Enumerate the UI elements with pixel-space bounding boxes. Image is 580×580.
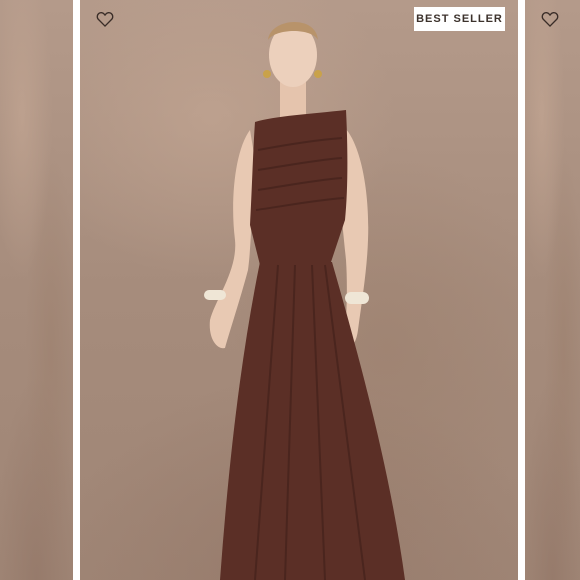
product-image-backdrop (0, 0, 73, 580)
earring-left (263, 70, 271, 78)
bracelet-right (345, 292, 369, 304)
earring-right (314, 70, 322, 78)
heart-outline-icon (541, 11, 559, 28)
wishlist-button[interactable] (94, 8, 116, 30)
bracelet-left (204, 290, 226, 300)
dress-bodice (250, 110, 348, 265)
product-card[interactable]: BEST SELLER (80, 0, 518, 580)
product-card-previous[interactable] (0, 0, 73, 580)
product-card-next[interactable] (525, 0, 580, 580)
product-image[interactable] (80, 0, 518, 580)
product-carousel: BEST SELLER (0, 0, 580, 580)
product-image-backdrop (525, 0, 580, 580)
wishlist-button[interactable] (539, 8, 561, 30)
model-left-arm (209, 130, 255, 349)
heart-outline-icon (96, 11, 114, 28)
dress-skirt (220, 262, 405, 580)
best-seller-badge: BEST SELLER (414, 7, 505, 31)
